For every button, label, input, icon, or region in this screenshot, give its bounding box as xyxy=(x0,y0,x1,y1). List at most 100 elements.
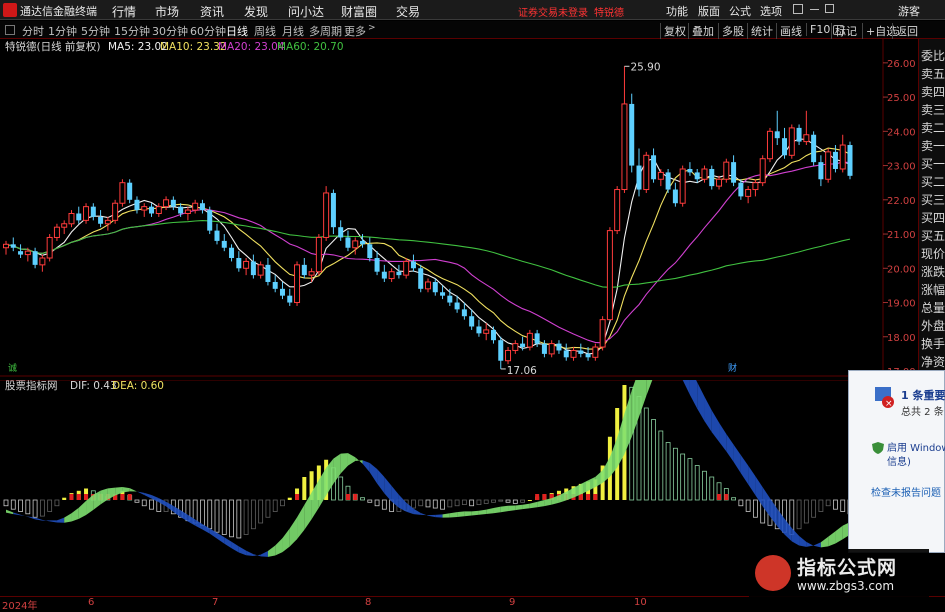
notify-line1[interactable]: 启用 Windows xyxy=(887,439,945,454)
macd-bar xyxy=(680,453,686,501)
skin-icon[interactable] xyxy=(793,4,803,14)
menu-jiaoyi[interactable]: 交易 xyxy=(396,3,420,20)
candle-body xyxy=(192,202,199,211)
candle-body xyxy=(98,216,104,224)
period-60min[interactable]: 60分钟 xyxy=(190,23,226,39)
menu-zixun[interactable]: 资讯 xyxy=(200,3,224,20)
candle-body xyxy=(774,131,780,139)
macd-ribbon-segment xyxy=(791,528,800,546)
tool-biaoji[interactable]: 标记 xyxy=(831,23,857,39)
tool-huaxian[interactable]: 画线 xyxy=(776,23,802,39)
period-monthly[interactable]: 月线 xyxy=(282,23,304,39)
tool-tongji[interactable]: 统计 xyxy=(747,23,773,39)
tool-diejia[interactable]: 叠加 xyxy=(688,23,714,39)
macd-bar xyxy=(702,470,707,501)
macd-legend-name: 股票指标网 xyxy=(5,380,58,392)
macd-bar xyxy=(833,499,838,510)
macd-bar xyxy=(753,499,758,518)
macd-ribbon-segment xyxy=(158,498,167,507)
macd-ribbon-segment xyxy=(740,455,749,485)
menu-hangqing[interactable]: 行情 xyxy=(112,3,136,20)
quote-outer: 外盘 xyxy=(921,319,945,333)
macd-ribbon-segment xyxy=(166,501,174,512)
menu-shichang[interactable]: 市场 xyxy=(155,3,179,20)
macd-bar xyxy=(280,499,285,507)
macd-ribbon-segment xyxy=(151,495,159,503)
macd-red-bar xyxy=(535,494,540,500)
candle-body xyxy=(752,182,759,191)
candle-body xyxy=(425,281,431,290)
macd-ribbon-segment xyxy=(522,503,530,510)
period-1min[interactable]: 1分钟 xyxy=(48,23,77,39)
macd-bar xyxy=(520,499,525,503)
tool-fuquan[interactable]: 复权 xyxy=(660,23,686,39)
macd-red-bar xyxy=(542,494,547,500)
period-more[interactable]: 更多 xyxy=(344,23,366,39)
candle-body xyxy=(104,219,111,225)
candle-body xyxy=(832,151,838,169)
grid-icon[interactable] xyxy=(5,25,15,35)
period-weekly[interactable]: 周线 xyxy=(254,23,276,39)
candle-body xyxy=(556,343,562,351)
tool-f10[interactable]: F10 xyxy=(806,23,830,36)
candle-body xyxy=(447,295,453,303)
macd-ribbon-segment xyxy=(64,513,72,523)
menu-gongshi[interactable]: 公式 xyxy=(729,3,751,19)
menu-caifuquan[interactable]: 财富圈 xyxy=(341,3,377,20)
event-marker-b[interactable]: 财 xyxy=(728,362,737,374)
menu-banmian[interactable]: 版面 xyxy=(698,3,720,19)
candle-body xyxy=(461,309,467,317)
quote-price: 现价 xyxy=(921,247,945,261)
macd-ribbon-segment xyxy=(435,514,443,518)
macd-bar xyxy=(651,419,656,501)
period-15min[interactable]: 15分钟 xyxy=(114,23,150,39)
period-fenshi[interactable]: 分时 xyxy=(22,23,44,39)
tool-duogu[interactable]: 多股 xyxy=(718,23,744,39)
quote-volume: 总量 xyxy=(921,301,945,315)
period-5min[interactable]: 5分钟 xyxy=(81,23,110,39)
macd-ribbon-segment xyxy=(726,434,734,462)
macd-ribbon-segment xyxy=(275,538,283,556)
candle-body xyxy=(512,343,519,351)
guest-label[interactable]: 游客 xyxy=(898,3,920,19)
minimize-icon[interactable] xyxy=(810,9,819,10)
price-tick-label: 25.00 xyxy=(887,93,916,104)
macd-bar xyxy=(54,499,60,507)
candle-body xyxy=(665,172,671,190)
login-warning[interactable]: 证券交易未登录 xyxy=(518,4,588,19)
macd-bar xyxy=(236,499,242,539)
macd-ribbon-segment xyxy=(377,468,385,494)
macd-dif: DIF: 0.43 xyxy=(70,380,117,392)
macd-ribbon-segment xyxy=(56,517,65,523)
menu-xuanxiang[interactable]: 选项 xyxy=(760,3,782,19)
candle-body xyxy=(184,209,191,214)
flag-error-icon: × xyxy=(875,387,894,409)
macd-bar xyxy=(141,499,147,507)
quote-buy5: 买五 xyxy=(921,229,945,243)
macd-red-bar xyxy=(69,494,74,500)
macd-ribbon-segment xyxy=(777,508,785,535)
tool-back[interactable]: 返回 xyxy=(892,23,918,39)
windows-notification[interactable]: × 1 条重要消 总共 2 条 启用 Windows 信息) 检查未报告问题 xyxy=(848,370,945,553)
period-multi[interactable]: 多周期 xyxy=(309,23,342,39)
macd-bar xyxy=(411,499,416,509)
macd-ribbon-segment xyxy=(762,487,770,517)
menu-faxian[interactable]: 发现 xyxy=(244,3,268,20)
menu-wenxiaoda[interactable]: 问小达 xyxy=(288,3,324,20)
candle-body xyxy=(374,258,380,272)
period-daily[interactable]: 日线 xyxy=(226,23,248,39)
title-bar: 通达信金融终端 行情 市场 资讯 发现 问小达 财富圈 交易 证券交易未登录 特… xyxy=(0,0,945,20)
macd-ribbon-segment xyxy=(129,488,137,492)
kline-chart[interactable]: 26.00 25.00 24.00 23.00 22.00 21.00 20.00 19.00… xyxy=(0,39,945,377)
period-30min[interactable]: 30分钟 xyxy=(152,23,188,39)
menu-gongneng[interactable]: 功能 xyxy=(666,3,688,19)
date-month-10: 10 xyxy=(634,597,647,608)
app-logo-icon xyxy=(3,3,17,17)
more-chevron-icon[interactable]: > xyxy=(368,23,376,33)
candle-body xyxy=(526,332,533,348)
macd-ribbon-segment xyxy=(529,501,538,509)
macd-ribbon-segment xyxy=(180,510,188,522)
maximize-icon[interactable] xyxy=(825,4,834,13)
notify-link[interactable]: 检查未报告问题 xyxy=(871,484,941,499)
event-marker-a[interactable]: 诚 xyxy=(8,362,17,374)
